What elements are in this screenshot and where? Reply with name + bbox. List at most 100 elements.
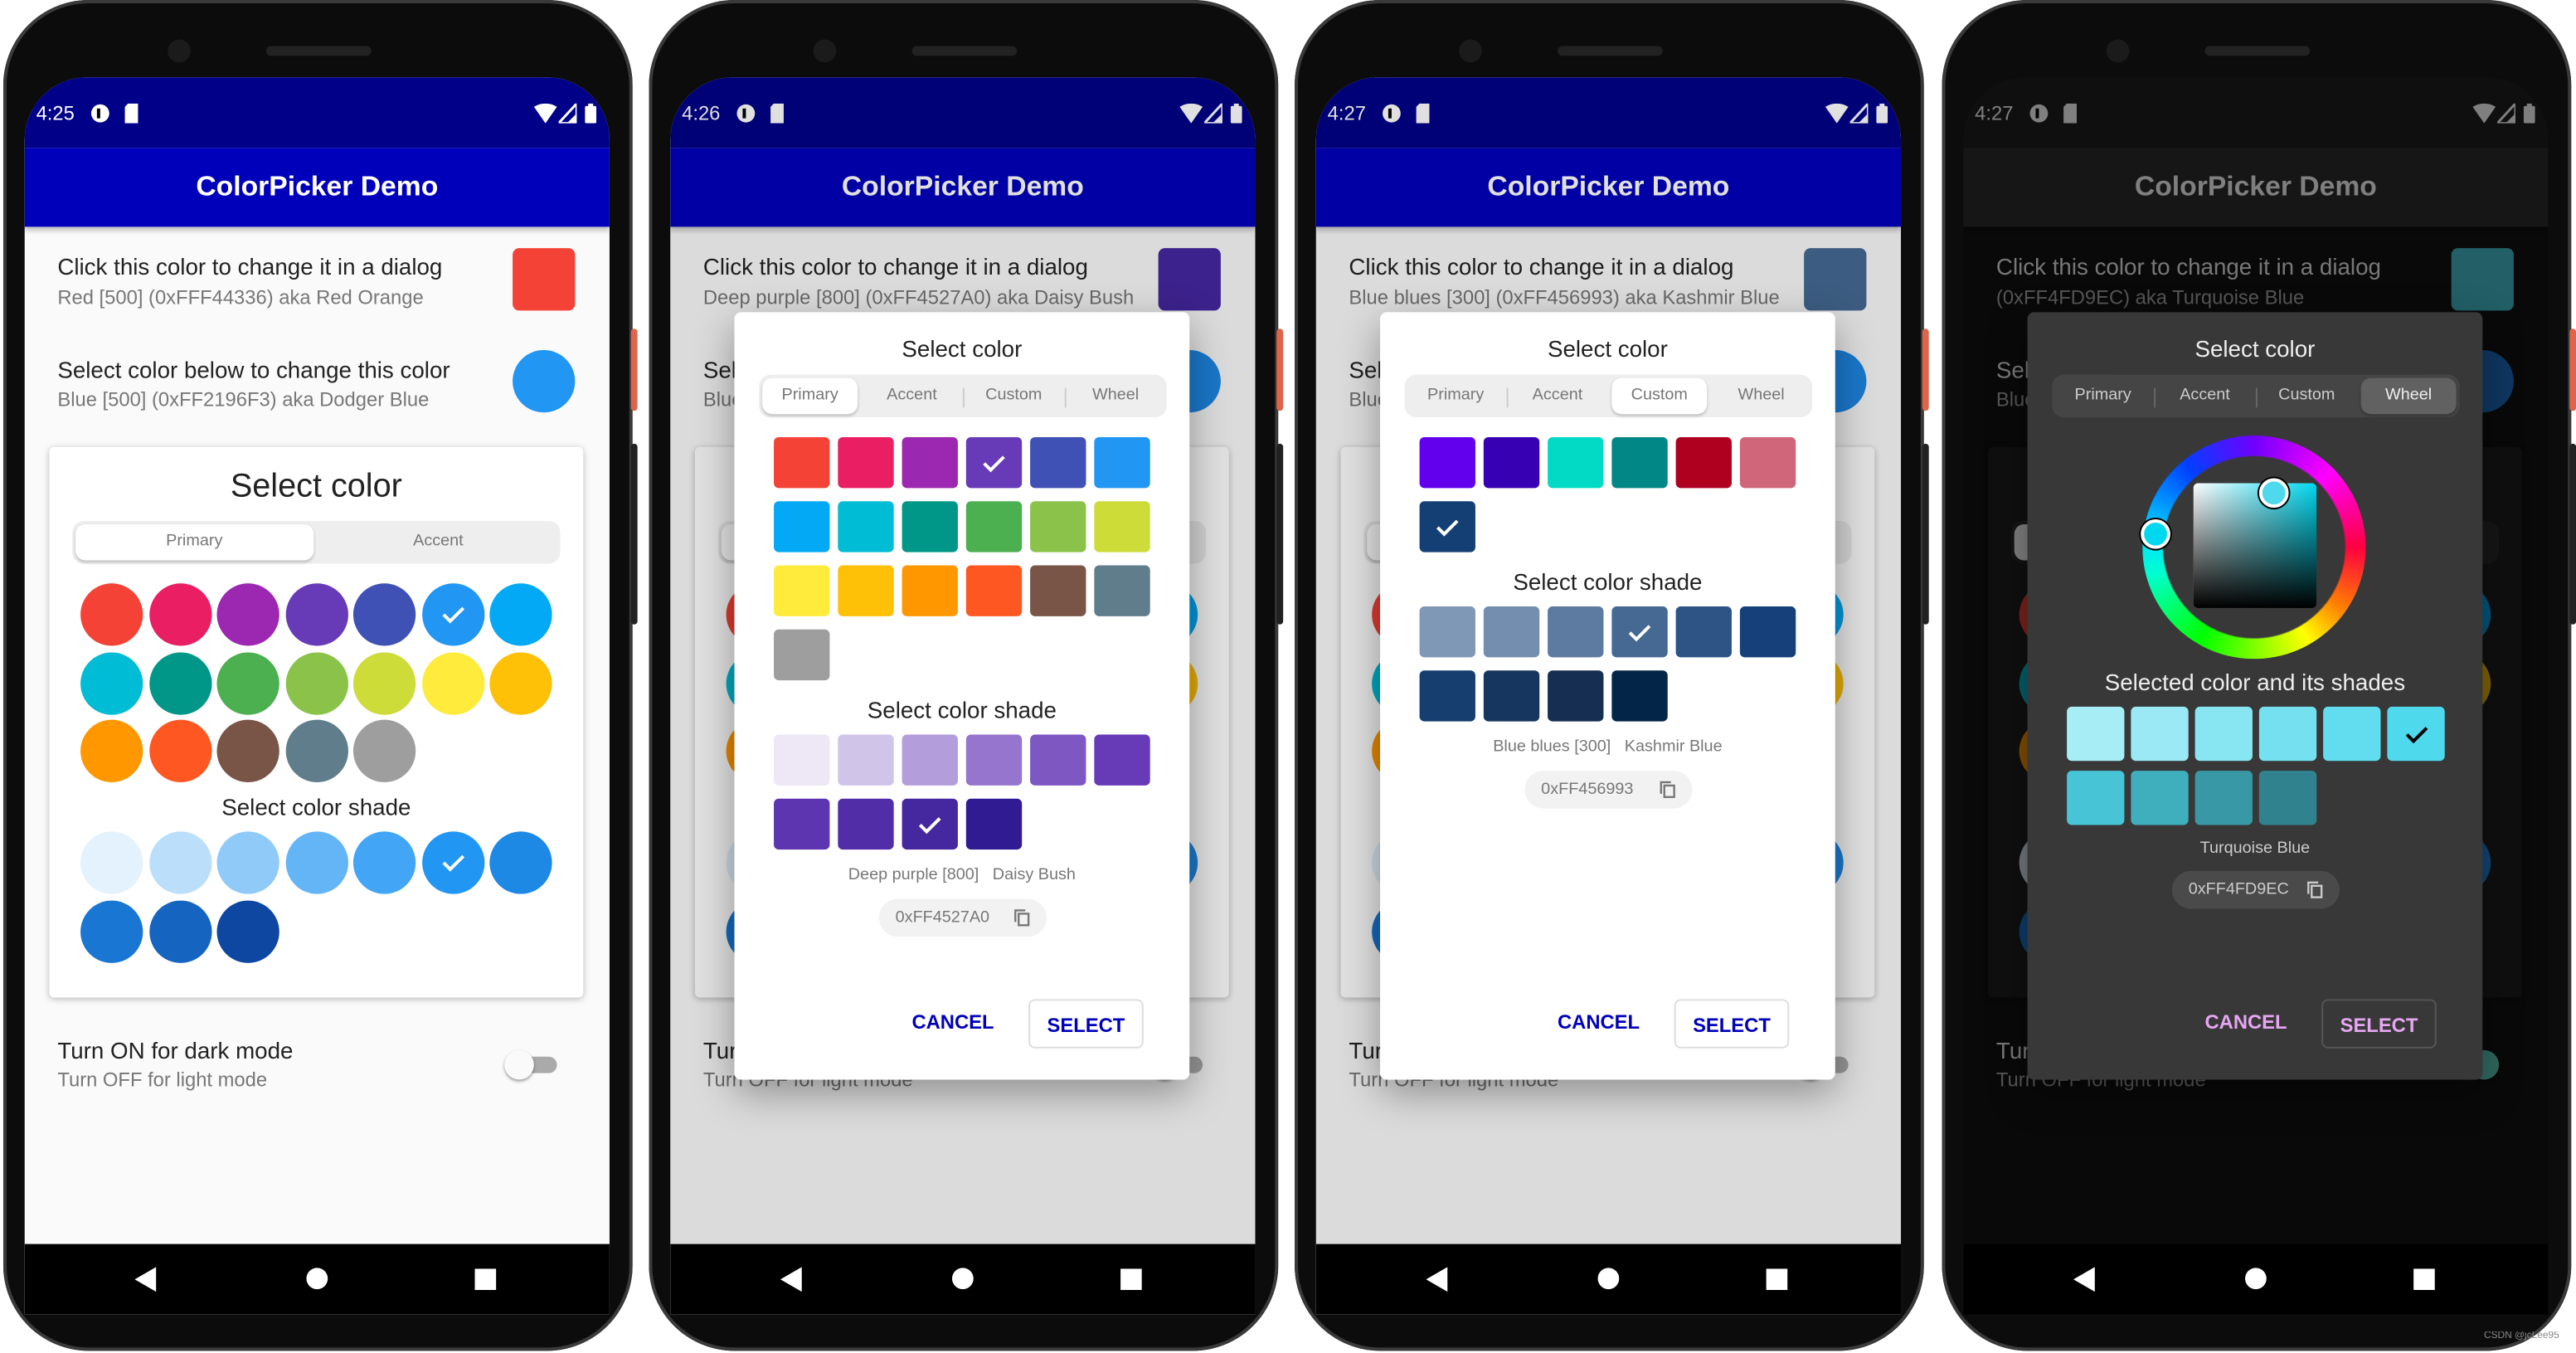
dialog-color-option[interactable] [1094, 501, 1150, 552]
dialog-shade-option[interactable] [2067, 706, 2125, 762]
select-button[interactable]: SELECT [1674, 999, 1790, 1049]
dialog-shade-option[interactable] [1094, 734, 1150, 786]
dialog-shade-option[interactable] [1739, 606, 1796, 658]
dialog-tab-custom[interactable]: Custom [962, 378, 1062, 415]
dialog-color-option[interactable] [838, 565, 894, 616]
dialog-color-option[interactable] [774, 501, 830, 552]
primary-color-option[interactable] [421, 583, 484, 646]
cancel-button[interactable]: CANCEL [899, 1010, 1008, 1034]
shade-option[interactable] [80, 899, 143, 962]
dialog-shade-option[interactable] [838, 734, 894, 786]
dialog-shade-option[interactable] [1483, 606, 1540, 658]
back-icon[interactable] [2073, 1267, 2097, 1292]
shade-option[interactable] [216, 831, 279, 894]
copy-icon[interactable] [2306, 881, 2323, 899]
dialog-shade-option[interactable] [2131, 771, 2189, 825]
dialog-color-option[interactable] [1030, 436, 1086, 489]
home-icon[interactable] [951, 1267, 975, 1290]
dialog-shade-option[interactable] [1483, 670, 1540, 722]
dialog-color-option[interactable] [838, 501, 894, 552]
dialog-shade-option[interactable] [902, 798, 958, 850]
dialog-shade-option[interactable] [1611, 670, 1668, 722]
dialog-tab-wheel[interactable]: Wheel [1713, 378, 1809, 415]
primary-color-option[interactable] [352, 719, 416, 782]
dialog-color-option[interactable] [1739, 436, 1796, 489]
primary-color-option[interactable] [284, 651, 348, 714]
dialog-shade-option[interactable] [2194, 706, 2253, 762]
dialog-color-option[interactable] [1094, 565, 1150, 616]
primary-color-option[interactable] [80, 583, 143, 646]
card-tab-accent[interactable]: Accent [319, 524, 557, 561]
dialog-tab-wheel[interactable]: Wheel [1064, 378, 1164, 415]
recents-icon[interactable] [2413, 1268, 2435, 1291]
dialog-color-option[interactable] [774, 629, 830, 681]
dialog-tab-accent[interactable]: Accent [1506, 378, 1606, 415]
home-icon[interactable] [1597, 1267, 1621, 1290]
dialog-color-option[interactable] [1675, 436, 1732, 489]
recents-icon[interactable] [1766, 1268, 1788, 1291]
dialog-shade-option[interactable] [1419, 606, 1475, 658]
dialog-shade-option[interactable] [838, 798, 894, 850]
dialog-color-option[interactable] [838, 436, 894, 489]
dialog-shade-option[interactable] [2387, 706, 2445, 762]
dialog-shade-option[interactable] [1419, 670, 1475, 722]
dialog-color-option[interactable] [1030, 501, 1086, 552]
dialog-shade-option[interactable] [902, 734, 958, 786]
primary-color-option[interactable] [352, 583, 416, 646]
shade-option[interactable] [216, 899, 279, 962]
dialog-tab-primary[interactable]: Primary [1408, 378, 1504, 415]
hue-handle[interactable] [2141, 518, 2170, 549]
dialog-shade-option[interactable] [1030, 734, 1086, 786]
primary-color-option[interactable] [148, 651, 211, 714]
dialog-color-swatch[interactable] [513, 248, 576, 311]
dialog-shade-option[interactable] [2258, 706, 2317, 762]
home-icon[interactable] [2244, 1267, 2267, 1290]
primary-color-option[interactable] [216, 583, 279, 646]
saturation-value-square[interactable] [2193, 483, 2317, 608]
dialog-tab-custom[interactable]: Custom [2255, 378, 2355, 415]
dialog-color-option[interactable] [1548, 436, 1604, 489]
dialog-color-option[interactable] [1419, 436, 1475, 489]
primary-color-option[interactable] [352, 651, 416, 714]
dialog-color-option[interactable] [1483, 436, 1540, 489]
dialog-shade-option[interactable] [1611, 606, 1668, 658]
select-button[interactable]: SELECT [1028, 999, 1144, 1049]
back-icon[interactable] [780, 1267, 804, 1292]
home-icon[interactable] [305, 1267, 328, 1290]
hex-code-chip[interactable]: 0xFF456993 [1524, 771, 1693, 809]
dialog-tab-primary[interactable]: Primary [762, 377, 858, 415]
primary-color-option[interactable] [489, 583, 552, 646]
dialog-shade-option[interactable] [965, 734, 1023, 786]
dark-mode-switch[interactable] [504, 1049, 560, 1080]
copy-icon[interactable] [1660, 781, 1676, 799]
primary-color-option[interactable] [489, 651, 552, 714]
shade-option[interactable] [148, 899, 211, 962]
primary-color-option[interactable] [148, 583, 211, 646]
dialog-color-option[interactable] [902, 501, 958, 552]
back-icon[interactable] [134, 1267, 158, 1292]
dialog-shade-option[interactable] [2194, 771, 2253, 825]
primary-color-option[interactable] [80, 651, 143, 714]
shade-option[interactable] [80, 831, 143, 894]
shade-option[interactable] [352, 831, 416, 894]
dialog-shade-option[interactable] [1675, 606, 1732, 658]
primary-color-option[interactable] [216, 719, 279, 782]
dialog-color-option[interactable] [774, 436, 830, 489]
dialog-color-option[interactable] [902, 436, 958, 489]
primary-color-option[interactable] [284, 719, 348, 782]
dialog-tab-wheel[interactable]: Wheel [2360, 377, 2457, 415]
dialog-color-option[interactable] [1419, 501, 1475, 552]
shade-option[interactable] [489, 831, 552, 894]
dialog-shade-option[interactable] [1548, 670, 1604, 722]
dialog-color-option[interactable] [1030, 565, 1086, 616]
dialog-color-option[interactable] [1611, 436, 1668, 489]
dialog-color-option[interactable] [902, 565, 958, 616]
back-icon[interactable] [1426, 1267, 1450, 1292]
hex-code-chip[interactable]: 0xFF4FD9EC [2171, 870, 2340, 909]
cancel-button[interactable]: CANCEL [2192, 1010, 2301, 1034]
card-tab-primary[interactable]: Primary [75, 523, 313, 561]
dialog-tab-primary[interactable]: Primary [2055, 378, 2151, 415]
dialog-shade-option[interactable] [2067, 771, 2125, 825]
shade-option[interactable] [421, 831, 484, 894]
dialog-shade-option[interactable] [2131, 706, 2189, 762]
